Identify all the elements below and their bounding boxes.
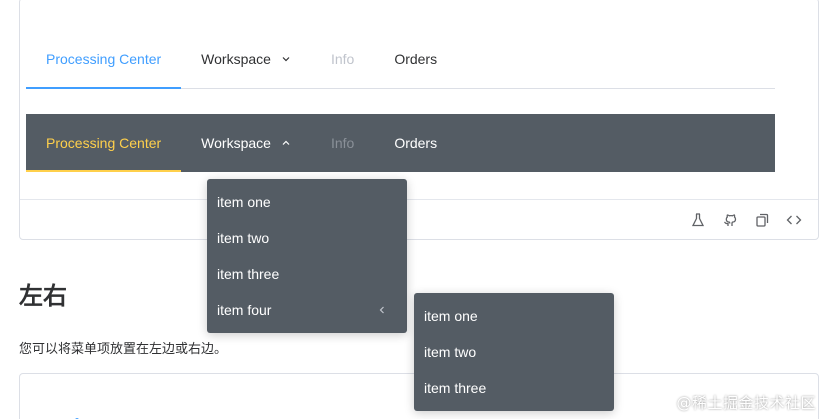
submenu-item-three[interactable]: item three: [414, 370, 614, 406]
menu-item-label: Workspace: [201, 51, 271, 67]
dropdown-item-two[interactable]: item two: [207, 220, 407, 256]
menu-item-label: Orders: [394, 135, 438, 151]
logo-icon: [66, 415, 88, 419]
menu-light: Processing Center Workspace Info Orders: [26, 30, 775, 89]
dropdown-item-four[interactable]: item four: [207, 292, 407, 328]
menu-light-item-processing-center[interactable]: Processing Center: [26, 30, 182, 89]
menu-dark-item-info: Info: [311, 114, 374, 172]
menu-light-item-workspace[interactable]: Workspace: [181, 30, 311, 88]
menu-light-item-info: Info: [311, 30, 374, 88]
chevron-down-icon: [281, 54, 291, 64]
menu-dark: Processing Center Workspace Info Orders: [26, 114, 775, 172]
beaker-icon[interactable]: [690, 212, 706, 228]
submenu-item-two[interactable]: item two: [414, 334, 614, 370]
menu-item-label: Processing Center: [46, 135, 162, 151]
menu-item-label: Info: [330, 51, 355, 67]
demo-footer: [20, 199, 818, 239]
item-four-submenu: item one item two item three: [414, 293, 614, 411]
menu-item-label: Workspace: [201, 135, 271, 151]
chevron-left-icon: [377, 305, 387, 315]
dropdown-item-three[interactable]: item three: [207, 256, 407, 292]
menu-item-label: Info: [330, 135, 355, 151]
menu-dark-item-orders[interactable]: Orders: [374, 114, 457, 172]
section-description: 您可以将菜单项放置在左边或右边。: [19, 342, 228, 357]
code-icon[interactable]: [786, 212, 802, 228]
chevron-up-icon: [281, 138, 291, 148]
workspace-dropdown: item one item two item three item four: [207, 179, 407, 333]
section-heading: 左右: [19, 282, 67, 310]
footer-toolbar: [690, 212, 802, 228]
dropdown-item-one[interactable]: item one: [207, 184, 407, 220]
menu-light-item-orders[interactable]: Orders: [374, 30, 457, 88]
menu-dark-item-processing-center[interactable]: Processing Center: [26, 114, 182, 172]
copy-icon[interactable]: [754, 212, 770, 228]
github-icon[interactable]: [722, 212, 738, 228]
dropdown-item-label: item four: [217, 302, 272, 318]
menu-dark-item-workspace[interactable]: Workspace: [181, 114, 311, 172]
menu-item-label: Orders: [394, 51, 438, 67]
submenu-item-one[interactable]: item one: [414, 298, 614, 334]
menu-item-label: Processing Center: [46, 51, 162, 67]
watermark: @稀土掘金技术社区: [676, 394, 816, 412]
